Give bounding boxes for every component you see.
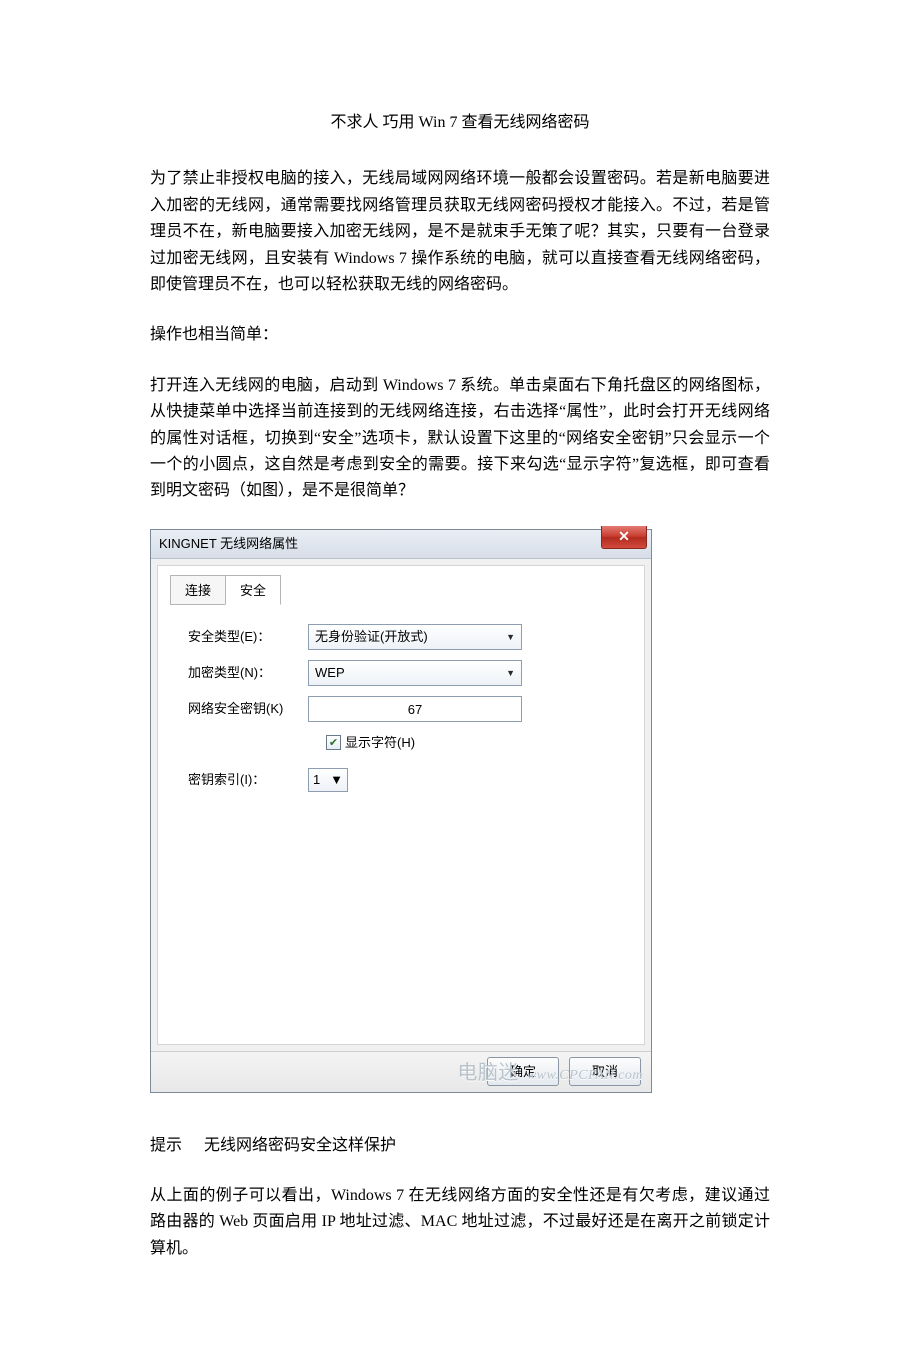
cancel-button-label: 取消 — [592, 1064, 618, 1079]
row-key-index: 密钥索引(I)： 1 ▼ — [188, 768, 632, 792]
chevron-down-icon: ▼ — [330, 769, 343, 790]
row-show-characters: ✔ 显示字符(H) — [326, 732, 632, 753]
tip-label: 提示 — [150, 1133, 182, 1159]
tab-security-label: 安全 — [240, 583, 266, 598]
network-key-input[interactable]: 67 — [308, 696, 522, 722]
paragraph-5: 从上面的例子可以看出，Windows 7 在无线网络方面的安全性还是有欠考虑，建… — [150, 1183, 770, 1262]
network-key-value: 67 — [408, 702, 422, 717]
row-network-key: 网络安全密钥(K) 67 — [188, 696, 632, 722]
dialog-title-text: KINGNET 无线网络属性 — [159, 533, 298, 554]
close-button[interactable]: ✕ — [601, 526, 647, 549]
paragraph-2: 操作也相当简单： — [150, 322, 770, 348]
article-title: 不求人 巧用 Win 7 查看无线网络密码 — [150, 110, 770, 136]
screenshot-figure: KINGNET 无线网络属性 ✕ 连接 安全 安全类型(E)： — [150, 529, 770, 1093]
tab-strip: 连接 安全 — [170, 574, 632, 604]
ok-button-label: 确定 — [510, 1064, 536, 1079]
row-encryption-type: 加密类型(N)： WEP ▼ — [188, 660, 632, 686]
tab-connect-label: 连接 — [185, 583, 211, 598]
network-key-label: 网络安全密钥(K) — [188, 698, 308, 719]
paragraph-tip-head: 提示 无线网络密码安全这样保护 — [150, 1133, 770, 1159]
tab-connect[interactable]: 连接 — [170, 575, 226, 605]
key-index-combobox[interactable]: 1 ▼ — [308, 768, 348, 792]
paragraph-1: 为了禁止非授权电脑的接入，无线局域网网络环境一般都会设置密码。若是新电脑要进入加… — [150, 166, 770, 298]
key-index-value: 1 — [313, 769, 320, 790]
dialog-body: 连接 安全 安全类型(E)： 无身份验证(开放式) ▼ 加密类型(N)： — [157, 565, 645, 1045]
encryption-type-combobox[interactable]: WEP ▼ — [308, 660, 522, 686]
close-icon: ✕ — [618, 528, 630, 544]
show-characters-checkbox[interactable]: ✔ — [326, 735, 341, 750]
cancel-button[interactable]: 取消 — [569, 1057, 641, 1086]
row-security-type: 安全类型(E)： 无身份验证(开放式) ▼ — [188, 624, 632, 650]
encryption-type-value: WEP — [315, 662, 345, 683]
security-type-label: 安全类型(E)： — [188, 626, 308, 647]
dialog-footer: 确定 取消 电脑迷 www.CPCFAN.com — [151, 1051, 651, 1092]
wireless-properties-dialog: KINGNET 无线网络属性 ✕ 连接 安全 安全类型(E)： — [150, 529, 652, 1093]
security-type-value: 无身份验证(开放式) — [315, 626, 428, 647]
security-type-combobox[interactable]: 无身份验证(开放式) ▼ — [308, 624, 522, 650]
chevron-down-icon: ▼ — [506, 630, 515, 645]
tip-heading: 无线网络密码安全这样保护 — [204, 1137, 396, 1154]
key-index-label: 密钥索引(I)： — [188, 769, 308, 790]
show-characters-label: 显示字符(H) — [345, 732, 415, 753]
encryption-type-label: 加密类型(N)： — [188, 662, 308, 683]
chevron-down-icon: ▼ — [506, 666, 515, 681]
paragraph-3: 打开连入无线网的电脑，启动到 Windows 7 系统。单击桌面右下角托盘区的网… — [150, 373, 770, 505]
ok-button[interactable]: 确定 — [487, 1057, 559, 1086]
document-page: 不求人 巧用 Win 7 查看无线网络密码 为了禁止非授权电脑的接入，无线局域网… — [0, 0, 920, 1366]
dialog-titlebar[interactable]: KINGNET 无线网络属性 ✕ — [151, 530, 651, 559]
tab-security[interactable]: 安全 — [225, 575, 281, 605]
